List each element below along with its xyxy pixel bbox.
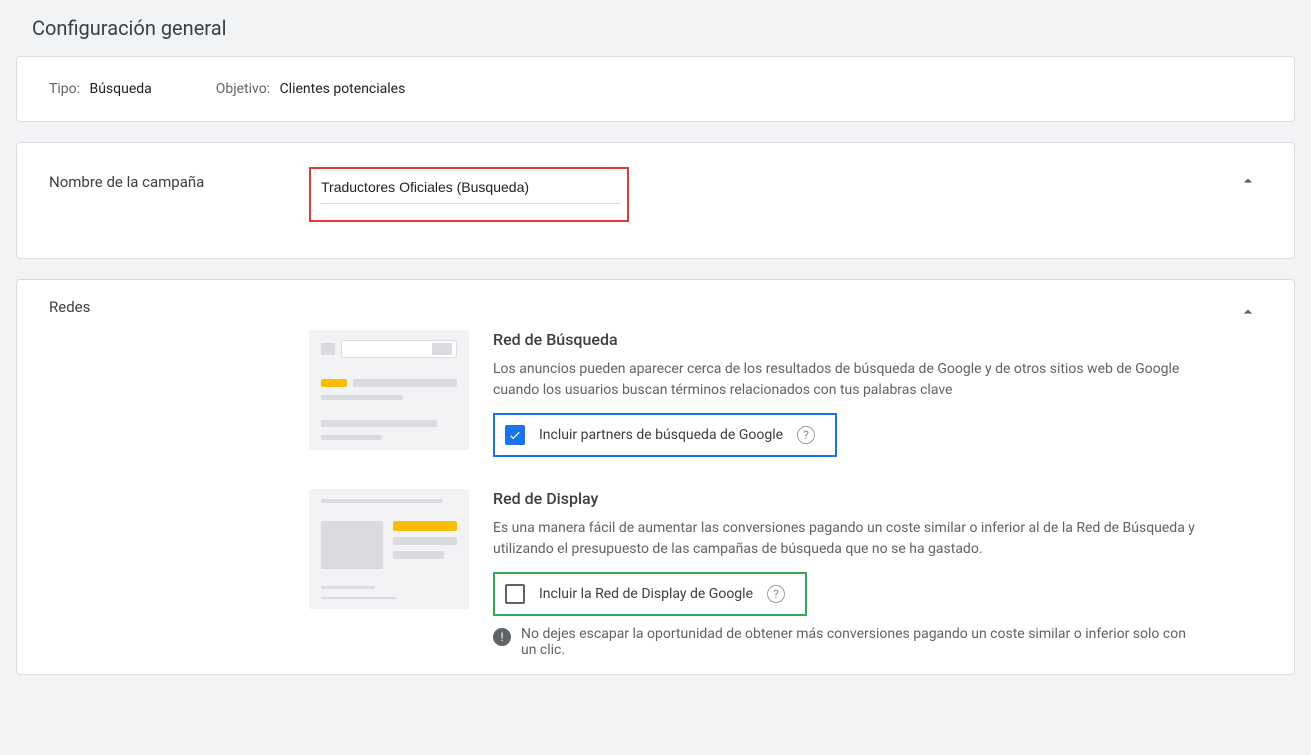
objective-label: Objetivo:	[216, 81, 270, 97]
campaign-name-card: Nombre de la campaña	[16, 142, 1295, 259]
campaign-name-input[interactable]	[321, 175, 621, 204]
chevron-up-icon	[1238, 171, 1258, 191]
summary-card: Tipo: Búsqueda Objetivo: Clientes potenc…	[16, 56, 1295, 122]
collapse-campaign-name-button[interactable]	[1234, 167, 1262, 199]
display-network-label: Incluir la Red de Display de Google	[539, 586, 753, 602]
search-network-row: Red de Búsqueda Los anuncios pueden apar…	[309, 330, 1262, 457]
collapse-networks-button[interactable]	[1234, 298, 1262, 330]
check-icon	[508, 428, 522, 442]
search-partners-checkbox[interactable]	[505, 425, 525, 445]
display-network-thumb	[309, 489, 469, 609]
campaign-name-highlight	[309, 167, 629, 222]
search-partners-checkbox-row[interactable]: Incluir partners de búsqueda de Google ?	[493, 413, 837, 457]
display-network-row: Red de Display Es una manera fácil de au…	[309, 489, 1262, 658]
display-network-desc: Es una manera fácil de aumentar las conv…	[493, 518, 1213, 560]
objective-pair: Objetivo: Clientes potenciales	[216, 81, 406, 97]
search-network-title: Red de Búsqueda	[493, 330, 1213, 349]
campaign-name-label: Nombre de la campaña	[49, 167, 309, 191]
chevron-up-icon	[1238, 302, 1258, 322]
type-pair: Tipo: Búsqueda	[49, 81, 152, 97]
search-network-thumb	[309, 330, 469, 450]
type-value: Búsqueda	[89, 81, 151, 97]
display-network-note-text: No dejes escapar la oportunidad de obten…	[521, 626, 1193, 658]
display-network-checkbox-row[interactable]: Incluir la Red de Display de Google ?	[493, 572, 807, 616]
help-icon[interactable]: ?	[767, 585, 785, 603]
objective-value: Clientes potenciales	[280, 81, 406, 97]
display-network-title: Red de Display	[493, 489, 1213, 508]
type-label: Tipo:	[49, 81, 80, 97]
help-icon[interactable]: ?	[797, 426, 815, 444]
search-partners-label: Incluir partners de búsqueda de Google	[539, 427, 783, 443]
networks-label: Redes	[49, 298, 309, 316]
search-network-desc: Los anuncios pueden aparecer cerca de lo…	[493, 359, 1213, 401]
display-network-note: ! No dejes escapar la oportunidad de obt…	[493, 626, 1193, 658]
networks-card: Redes	[16, 279, 1295, 675]
info-icon: !	[493, 628, 511, 646]
display-network-checkbox[interactable]	[505, 584, 525, 604]
page-title: Configuración general	[16, 8, 1295, 56]
